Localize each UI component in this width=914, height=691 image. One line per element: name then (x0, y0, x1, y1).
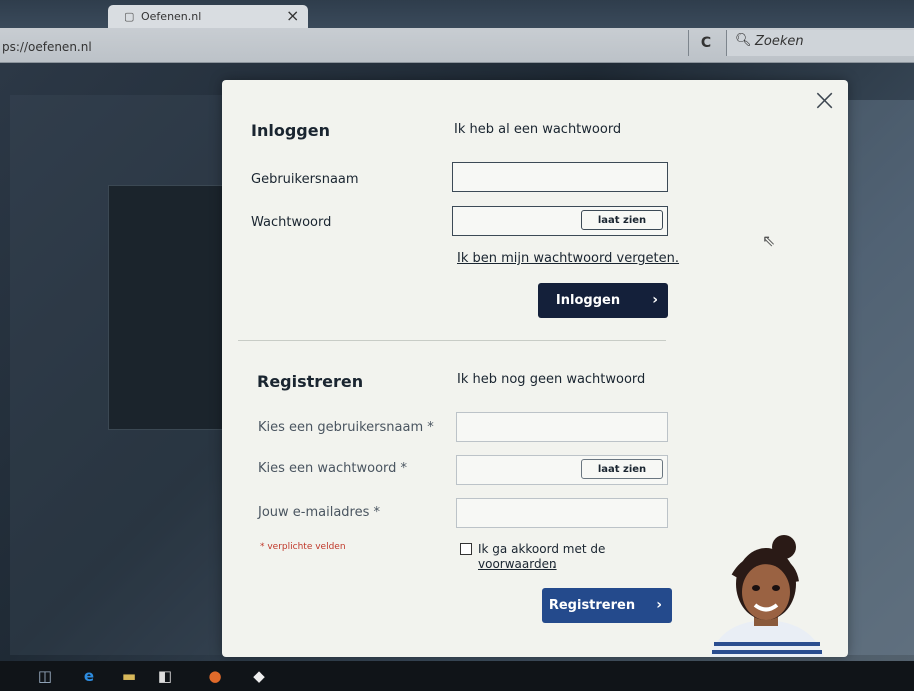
page-icon: ▢ (124, 10, 135, 23)
chevron-right-icon: › (656, 597, 662, 613)
forgot-password-link[interactable]: Ik ben mijn wachtwoord vergeten. (457, 251, 679, 266)
terms-checkbox[interactable] (460, 543, 472, 555)
reload-icon[interactable]: C (688, 30, 723, 56)
browser-tab[interactable]: ▢ Oefenen.nl × (108, 5, 308, 28)
browser-tab-strip: ▢ Oefenen.nl × (0, 0, 914, 28)
file-explorer-icon[interactable]: ▬ (120, 667, 138, 685)
login-subheading: Ik heb al een wachtwoord (454, 122, 622, 137)
tab-close-icon[interactable]: × (286, 6, 299, 25)
email-input[interactable] (456, 498, 668, 528)
username-input[interactable] (452, 162, 668, 192)
login-modal: × Inloggen Ik heb al een wachtwoord Gebr… (222, 80, 848, 657)
terms-link[interactable]: voorwaarden (478, 557, 557, 571)
email-label: Jouw e-mailadres * (258, 505, 381, 520)
edge-icon[interactable]: e (80, 667, 98, 685)
password-input[interactable]: laat zien (452, 206, 668, 236)
register-heading: Registreren (257, 372, 364, 391)
register-subheading: Ik heb nog geen wachtwoord (457, 372, 646, 387)
section-divider (238, 340, 666, 341)
browser-search-box[interactable]: 🔍︎ Zoeken (726, 30, 914, 56)
firefox-icon[interactable]: ● (206, 667, 224, 685)
register-username-input[interactable] (456, 412, 668, 442)
background-panel-right (848, 100, 914, 655)
task-view-icon[interactable]: ◫ (36, 667, 54, 685)
address-bar[interactable]: ps://oefenen.nl (2, 40, 92, 54)
taskbar: ◫ e ▬ ◧ ● ◆ (0, 661, 914, 691)
password-label: Wachtwoord (251, 215, 332, 230)
tab-title: Oefenen.nl (141, 10, 202, 23)
chevron-right-icon: › (652, 292, 658, 308)
mouse-cursor-icon: ⇖ (762, 231, 776, 250)
app-icon[interactable]: ◆ (250, 667, 268, 685)
search-placeholder: Zoeken (755, 34, 804, 49)
show-password-button[interactable]: laat zien (581, 210, 663, 230)
register-show-password-button[interactable]: laat zien (581, 459, 663, 479)
mascot-avatar (710, 535, 824, 657)
store-icon[interactable]: ◧ (156, 667, 174, 685)
terms-text: Ik ga akkoord met de (478, 542, 606, 556)
login-button[interactable]: Inloggen › (538, 283, 668, 318)
required-fields-note: * verplichte velden (260, 542, 346, 552)
login-button-label: Inloggen (555, 293, 621, 308)
terms-period: . (552, 557, 556, 571)
register-button[interactable]: Registreren › (542, 588, 672, 623)
register-password-label: Kies een wachtwoord * (258, 461, 408, 476)
register-button-label: Registreren (548, 598, 636, 613)
login-heading: Inloggen (251, 121, 330, 140)
username-label: Gebruikersnaam (251, 172, 359, 187)
search-icon: 🔍︎ (735, 33, 752, 48)
close-icon[interactable]: × (812, 86, 837, 116)
background-video (108, 185, 228, 430)
register-username-label: Kies een gebruikersnaam * (258, 420, 434, 435)
register-password-input[interactable]: laat zien (456, 455, 668, 485)
